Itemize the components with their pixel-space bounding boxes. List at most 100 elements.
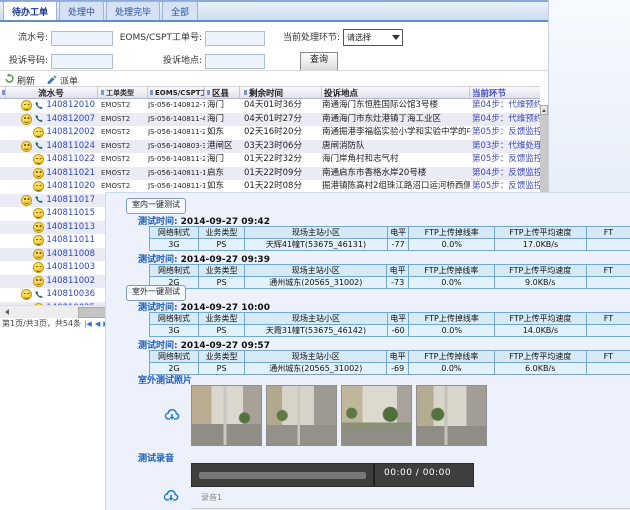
- current-step-link[interactable]: 第05步：反馈监控: [470, 126, 540, 140]
- download-photos-icon[interactable]: [164, 407, 180, 423]
- table-row[interactable]: 140812007EMOST2JS-056-140811-422海门04天01时…: [0, 113, 548, 127]
- scroll-left-button[interactable]: [0, 306, 10, 317]
- test-table-data-cell: [586, 277, 630, 289]
- test-table-header-cell: FTP上传平均速度: [495, 227, 587, 239]
- smiley-message-icon[interactable]: [21, 289, 32, 300]
- test-photo[interactable]: [341, 385, 412, 446]
- table-row[interactable]: 140811022EMOST2JS-056-140811-248海门01天22时…: [0, 153, 548, 167]
- serial-number-link[interactable]: 140810036: [46, 288, 95, 302]
- smiley-message-icon[interactable]: [33, 168, 44, 179]
- header-district-label: 区县: [212, 87, 229, 99]
- serial-number-link[interactable]: 140812002: [46, 126, 95, 140]
- district-cell: 港闸区: [205, 140, 240, 154]
- photo-strip: [191, 385, 487, 446]
- test-table-header-row: 网络制式业务类型现场主站小区电平FTP上传掉线率FTP上传平均速度FT: [150, 313, 630, 325]
- smiley-message-icon[interactable]: [33, 127, 44, 138]
- serial-number-link[interactable]: 140811008: [46, 248, 95, 262]
- serial-number-link[interactable]: 140811021: [46, 167, 95, 181]
- complaint-number-input[interactable]: [51, 54, 113, 69]
- audio-divider: [373, 464, 375, 486]
- table-row[interactable]: 140811021EMOST2JS-056-140811-150启东01天22时…: [0, 167, 548, 181]
- header-serial[interactable]: 流水号: [6, 86, 98, 99]
- serial-cell: 140811011: [6, 234, 98, 248]
- serial-number-link[interactable]: 140811024: [46, 140, 95, 154]
- audio-progress-track[interactable]: [199, 472, 366, 479]
- header-eoms[interactable]: EOMS/CSPT工单号: [148, 86, 205, 99]
- serial-number-link[interactable]: 140811022: [46, 153, 95, 167]
- smiley-message-icon[interactable]: [33, 208, 44, 219]
- order-type-cell: EMOST2: [98, 140, 148, 154]
- serial-cell: 140811003: [6, 261, 98, 275]
- order-table-header: 流水号 工单类型 EOMS/CSPT工单号 区县 剩余时间 投诉地点 当前环节: [0, 86, 540, 99]
- phone-call-icon[interactable]: [34, 195, 44, 205]
- phone-call-icon[interactable]: [34, 141, 44, 151]
- test-table-header-cell: FTP上传平均速度: [494, 351, 586, 363]
- indoor-test-button[interactable]: 室内一键测试: [126, 198, 186, 214]
- serial-number-input[interactable]: [51, 31, 113, 46]
- smiley-message-icon[interactable]: [33, 154, 44, 165]
- scroll-up-button[interactable]: [540, 105, 548, 115]
- header-district[interactable]: 区县: [205, 86, 240, 99]
- audio-player[interactable]: 00:00 / 00:00: [191, 463, 474, 487]
- smiley-message-icon[interactable]: [33, 276, 44, 287]
- smiley-message-icon[interactable]: [33, 249, 44, 260]
- test-photo[interactable]: [191, 385, 262, 446]
- complaint-location-input[interactable]: [205, 54, 265, 69]
- tab-all[interactable]: 全部: [162, 1, 198, 20]
- audio-time: 00:00 / 00:00: [384, 468, 451, 478]
- serial-number-link[interactable]: 140811003: [46, 261, 95, 275]
- phone-call-icon[interactable]: [34, 114, 44, 124]
- dispatch-button[interactable]: 派单: [47, 73, 78, 87]
- smiley-message-icon[interactable]: [21, 100, 32, 111]
- district-cell: 海门: [205, 99, 240, 113]
- query-button[interactable]: 查询: [300, 52, 338, 71]
- prev-page-button[interactable]: ◀: [95, 320, 100, 328]
- table-row[interactable]: 140811024EMOST2JS-056-140803-344港闸区03天23…: [0, 140, 548, 154]
- tab-processing[interactable]: 处理中: [59, 1, 104, 20]
- serial-number-link[interactable]: 140811017: [46, 194, 95, 208]
- location-cell: 南通海门市东灶港镇丁海工业区: [322, 113, 470, 127]
- header-remaining-time[interactable]: 剩余时间: [240, 86, 322, 99]
- test-photo[interactable]: [266, 385, 337, 446]
- test-table-header-cell: FT: [586, 351, 630, 363]
- serial-number-link[interactable]: 140811013: [46, 221, 95, 235]
- tab-completed[interactable]: 处理完毕: [106, 1, 160, 20]
- current-step-link[interactable]: 第04步：代维预约: [470, 99, 540, 113]
- test-table-data-row: 3GPS天辉41幢T(53675_46131)-770.0%17.0KB/s: [150, 239, 630, 251]
- table-row[interactable]: 140812010EMOST2JS-056-140812-7海门04天01时36…: [0, 99, 548, 113]
- outdoor-test-button[interactable]: 室外一键测试: [126, 285, 186, 301]
- download-recording-icon[interactable]: [163, 488, 179, 504]
- smiley-message-icon[interactable]: [33, 262, 44, 273]
- phone-call-icon[interactable]: [34, 101, 44, 111]
- smiley-message-icon[interactable]: [21, 195, 32, 206]
- refresh-button[interactable]: 刷新: [4, 73, 35, 87]
- test-photo[interactable]: [416, 385, 487, 446]
- sort-icon: [101, 90, 104, 95]
- header-current-step[interactable]: 当前环节: [470, 86, 540, 99]
- current-step-link[interactable]: 第04步：反馈监控: [470, 167, 540, 181]
- smiley-message-icon[interactable]: [33, 235, 44, 246]
- serial-number-link[interactable]: 140812010: [46, 99, 95, 113]
- serial-number-link[interactable]: 140811020: [46, 180, 95, 194]
- tab-pending-orders[interactable]: 待办工单: [3, 1, 57, 20]
- current-step-select[interactable]: 请选择: [343, 29, 403, 46]
- header-order-type[interactable]: 工单类型: [98, 86, 148, 99]
- smiley-message-icon[interactable]: [33, 222, 44, 233]
- smiley-message-icon[interactable]: [33, 181, 44, 192]
- first-page-button[interactable]: |◀: [84, 320, 92, 328]
- serial-number-link[interactable]: 140811002: [46, 275, 95, 289]
- serial-number-link[interactable]: 140812007: [46, 113, 95, 127]
- header-location[interactable]: 投诉地点: [322, 86, 470, 99]
- test-table-data-row: 3GPS天霞31幢T(53675_46142)-600.0%14.0KB/s: [150, 325, 630, 337]
- audio-section-label: 测试录音: [138, 451, 174, 464]
- current-step-link[interactable]: 第05步：反馈监控: [470, 153, 540, 167]
- test-table-header-row: 网络制式业务类型现场主站小区电平FTP上传掉线率FTP上传平均速度FT: [150, 227, 630, 239]
- serial-number-link[interactable]: 140811015: [46, 207, 95, 221]
- current-step-link[interactable]: 第03步：代维处理: [470, 140, 540, 154]
- phone-call-icon[interactable]: [34, 290, 44, 300]
- table-row[interactable]: 140812002EMOST2JS-056-140811-291如东02天16时…: [0, 126, 548, 140]
- smiley-message-icon[interactable]: [21, 114, 32, 125]
- smiley-message-icon[interactable]: [21, 141, 32, 152]
- current-step-link[interactable]: 第04步：代维预约: [470, 113, 540, 127]
- serial-number-link[interactable]: 140811011: [46, 234, 95, 248]
